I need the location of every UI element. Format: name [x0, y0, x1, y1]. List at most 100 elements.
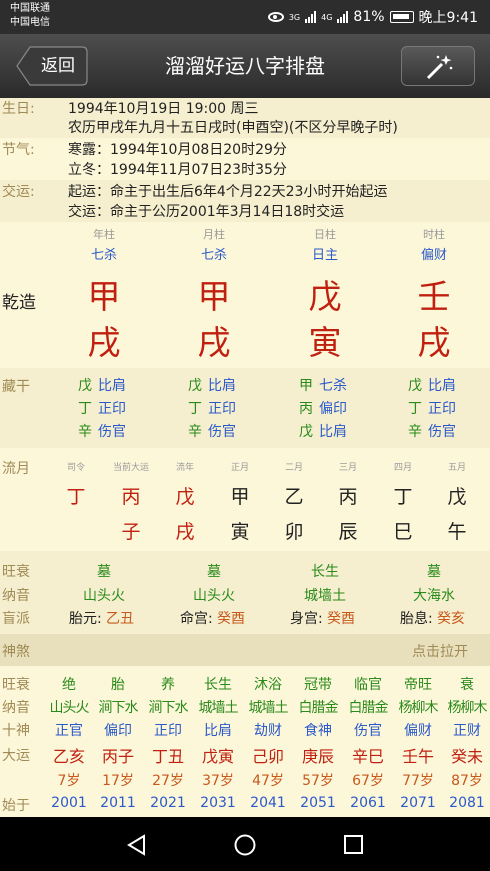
back-button[interactable]: 返回 [16, 46, 88, 86]
wangshuai-value: 墓 [97, 564, 111, 580]
shensha-bar[interactable]: 神煞 点击拉开 [0, 634, 490, 666]
pillar-name: 年柱 [93, 228, 115, 241]
app-root: 中国联通 中国电信 3G 4G 81% 晚上9:41 返回 溜溜好运八字排盘 生… [0, 0, 490, 871]
dayun-ws: 冠带 [304, 677, 332, 693]
dayun-start: 2081 [449, 795, 485, 811]
dayun-ws: 沐浴 [254, 677, 282, 693]
liuyue-bottom: 辰 [338, 521, 358, 543]
dayun-gz[interactable]: 乙亥 [44, 743, 94, 767]
dayun-ws: 长生 [204, 677, 232, 693]
status-bar: 中国联通 中国电信 3G 4G 81% 晚上9:41 [0, 0, 490, 34]
wangshuai-value: 长生 [311, 564, 339, 580]
dayun-ss: 正官 [55, 723, 83, 739]
jiaoyun-line-2: 交运：命主于公历2001年3月14日18时交运 [68, 204, 345, 220]
canggan-gan: 辛 [78, 424, 92, 440]
mangpai-key: 命宫: [180, 611, 213, 627]
canggan-shishen: 比肩 [98, 378, 126, 394]
liuyue-head: 四月 [393, 463, 412, 473]
liuyue-top: 乙 [284, 486, 304, 508]
dayun-gz[interactable]: 己卯 [243, 743, 293, 767]
canggan-shishen: 比肩 [428, 378, 456, 394]
mangpai-value: 癸亥 [437, 611, 465, 627]
canggan-shishen: 伤官 [428, 424, 456, 440]
dayun-gz[interactable]: 辛巳 [343, 743, 393, 767]
dayun-ss: 偏印 [104, 723, 132, 739]
dayun-gz[interactable]: 癸未 [442, 743, 490, 767]
dayun-gz[interactable]: 壬午 [393, 743, 443, 767]
liuyue-label: 流月 [2, 461, 30, 477]
birth-label: 生日: [2, 101, 35, 117]
dayun-ws: 养 [161, 677, 175, 693]
signal-bars-icon [337, 11, 349, 23]
carrier-2: 中国电信 [10, 17, 50, 28]
liuyue-top: 丙 [338, 486, 358, 508]
recents-nav-icon[interactable] [343, 834, 365, 856]
dayun-gz[interactable]: 戊寅 [193, 743, 243, 767]
wangshuai-value: 墓 [207, 564, 221, 580]
pillar-name: 月柱 [203, 228, 225, 241]
jiaoyun-label: 交运: [2, 184, 35, 200]
dayun-ny: 城墙土 [248, 700, 289, 716]
dayun-ny: 白腊金 [348, 700, 389, 716]
pillar-shishen: 七杀 [200, 248, 227, 263]
canggan-gan: 辛 [408, 424, 422, 440]
magic-wand-button[interactable] [401, 46, 475, 86]
dayun-ss: 正财 [453, 723, 481, 739]
dayun-ny: 城墙土 [198, 700, 239, 716]
dayun-ny: 涧下水 [98, 700, 139, 716]
mangpai-value: 癸酉 [327, 611, 355, 627]
eye-icon [267, 12, 284, 22]
mangpai-key: 身宫: [290, 611, 323, 627]
expand-button[interactable]: 点击拉开 [412, 641, 468, 661]
dayun-age: 7岁 [57, 773, 81, 789]
magic-wand-icon [426, 55, 453, 80]
status-icons: 3G 4G 81% 晚上9:41 [267, 7, 478, 27]
canggan-shishen: 正印 [98, 401, 126, 417]
jiaoyun-line-1: 起运：命主于出生后6年4个月22天23小时开始起运 [68, 184, 388, 200]
dayun-gz[interactable]: 庚辰 [293, 743, 343, 767]
liuyue-head: 二月 [284, 463, 303, 473]
dayun-ss-label: 十神 [2, 723, 30, 739]
nav-bar [0, 817, 490, 871]
canggan-gan: 戊 [299, 424, 313, 440]
dayun-ws: 衰 [460, 677, 474, 693]
dayun-gz[interactable]: 丙子 [93, 743, 143, 767]
liuyue-top: 戊 [175, 486, 195, 508]
title-bar: 返回 溜溜好运八字排盘 [0, 34, 490, 98]
dayun-ss: 食神 [304, 723, 332, 739]
battery-icon [389, 11, 414, 23]
dayun-ws: 绝 [62, 677, 76, 693]
pillar-name: 日柱 [314, 228, 336, 241]
dayun-ws: 帝旺 [404, 677, 432, 693]
dayun-age: 77岁 [402, 773, 434, 789]
dayun-ss: 比肩 [204, 723, 232, 739]
liuyue-bottom: 卯 [284, 521, 304, 543]
home-nav-icon[interactable] [233, 833, 257, 857]
dayun-ws-label: 旺衰 [2, 677, 30, 693]
pillar-shishen: 七杀 [90, 248, 117, 263]
dayun-ny: 杨柳木 [447, 700, 488, 716]
back-label: 返回 [41, 56, 75, 76]
nayin-value: 大海水 [413, 588, 455, 604]
dayun-age: 47岁 [252, 773, 284, 789]
canggan-gan: 丁 [78, 401, 92, 417]
pillar-zhi: 戌 [417, 323, 451, 362]
canggan-gan: 辛 [188, 424, 202, 440]
dayun-gz[interactable]: 丁丑 [143, 743, 193, 767]
qianzao-label: 乾造 [2, 293, 36, 313]
birth-line-2: 农历甲戌年九月十五日戌时(申酉空)(不区分早晚子时) [68, 120, 398, 136]
battery-percent: 81% [353, 9, 385, 25]
liuyue-head: 正月 [230, 463, 249, 473]
jieqi-line-1: 寒露：1994年10月08日20时29分 [68, 142, 287, 158]
liuyue-head: 流年 [175, 463, 194, 473]
carrier-1: 中国联通 [10, 3, 50, 14]
dayun-ny-label: 纳音 [2, 700, 30, 716]
liuyue-bottom: 子 [121, 521, 141, 543]
jieqi-label: 节气: [2, 142, 35, 158]
back-nav-icon[interactable] [124, 833, 148, 857]
dayun-age: 57岁 [302, 773, 334, 789]
signal-3g-label: 3G [288, 12, 301, 22]
canggan-gan: 丁 [408, 401, 422, 417]
canggan-shishen: 伤官 [208, 424, 236, 440]
signal-4g-label: 4G [321, 12, 333, 22]
